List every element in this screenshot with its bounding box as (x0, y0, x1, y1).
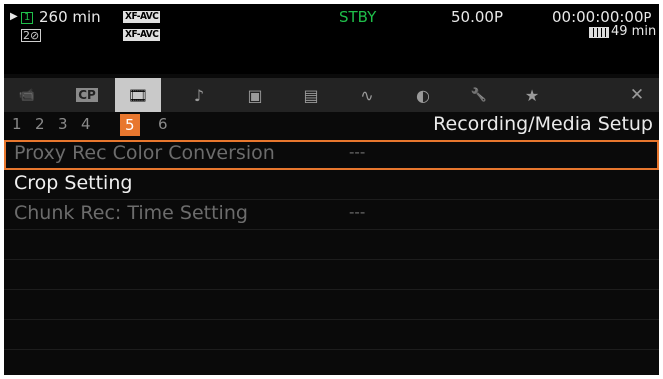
movie-camera-icon: 📹 (18, 87, 36, 103)
menu-item-empty (4, 320, 659, 350)
menu-item-value: --- (349, 143, 366, 161)
page-1[interactable]: 1 (12, 115, 22, 133)
audio-tab[interactable]: ♪ (180, 78, 218, 112)
card-slot-1-icon: 1 (21, 12, 34, 24)
camera-tab[interactable]: 📹 (8, 78, 46, 112)
video-setup-tab[interactable]: ▣ (236, 78, 274, 112)
format-2-label: XF-AVC (123, 29, 161, 41)
menu-item-empty (4, 260, 659, 290)
menu-item-label: Chunk Rec: Time Setting (14, 202, 248, 224)
menu-item-label: Proxy Rec Color Conversion (14, 142, 275, 164)
menu-item-empty (4, 290, 659, 320)
mode-status: STBY (339, 8, 377, 26)
lcd-setup-icon: ▤ (303, 85, 319, 105)
remaining-time: 260 min (39, 8, 101, 26)
battery-time: 49 min (611, 24, 657, 39)
cp-tab[interactable]: CP (68, 78, 106, 112)
lcd-setup-tab[interactable]: ▤ (292, 78, 330, 112)
assist-functions-icon: ∿ (360, 85, 374, 105)
audio-icon: ♪ (193, 85, 205, 105)
recording-setup-icon: 🎞 (127, 85, 149, 105)
custom-picture-icon: CP (76, 88, 98, 102)
menu-title: Recording/Media Setup (433, 113, 653, 135)
network-tab[interactable]: ◐ (404, 78, 442, 112)
wrench-icon: 🔧 (470, 87, 488, 103)
page-4[interactable]: 4 (81, 115, 91, 133)
close-tab[interactable]: ✕ (618, 78, 656, 112)
system-tab[interactable]: 🔧 (460, 78, 498, 112)
page-6[interactable]: 6 (158, 115, 168, 133)
recording-setup-tab[interactable]: 🎞 (115, 78, 161, 112)
frame-rate: 50.00P (451, 8, 503, 26)
menu-page-bar: 1 2 3 4 5 6 Recording/Media Setup (4, 112, 659, 140)
status-bar: ▶ 1 260 min XF-AVC 2⊘ XF-AVC STBY 50.00P… (4, 4, 659, 74)
network-icon: ◐ (416, 85, 430, 105)
menu-item-chunk-rec-time-setting[interactable]: Chunk Rec: Time Setting --- (4, 200, 659, 230)
format-1-label: XF-AVC (123, 11, 161, 23)
menu-item-label: Crop Setting (14, 172, 133, 194)
assist-tab[interactable]: ∿ (348, 78, 386, 112)
page-2[interactable]: 2 (35, 115, 45, 133)
page-5[interactable]: 5 (120, 114, 140, 136)
battery-icon (589, 27, 609, 38)
menu-item-empty (4, 230, 659, 260)
play-triangle-icon: ▶ (10, 11, 18, 22)
video-setup-icon: ▣ (247, 85, 263, 105)
page-3[interactable]: 3 (58, 115, 68, 133)
camera-menu-screen: ▶ 1 260 min XF-AVC 2⊘ XF-AVC STBY 50.00P… (4, 4, 659, 375)
menu-item-proxy-rec-color-conversion[interactable]: Proxy Rec Color Conversion --- (4, 140, 659, 170)
menu-tab-bar: 📹 CP 🎞 ♪ ▣ ▤ ∿ ◐ 🔧 ★ ✕ (4, 78, 659, 112)
menu-item-value: --- (349, 203, 366, 221)
menu-item-empty (4, 350, 659, 375)
star-icon: ★ (524, 85, 540, 105)
my-menu-tab[interactable]: ★ (513, 78, 551, 112)
close-icon: ✕ (629, 85, 645, 105)
card-slot-2-icon: 2⊘ (21, 29, 42, 42)
menu-item-crop-setting[interactable]: Crop Setting (4, 170, 659, 200)
